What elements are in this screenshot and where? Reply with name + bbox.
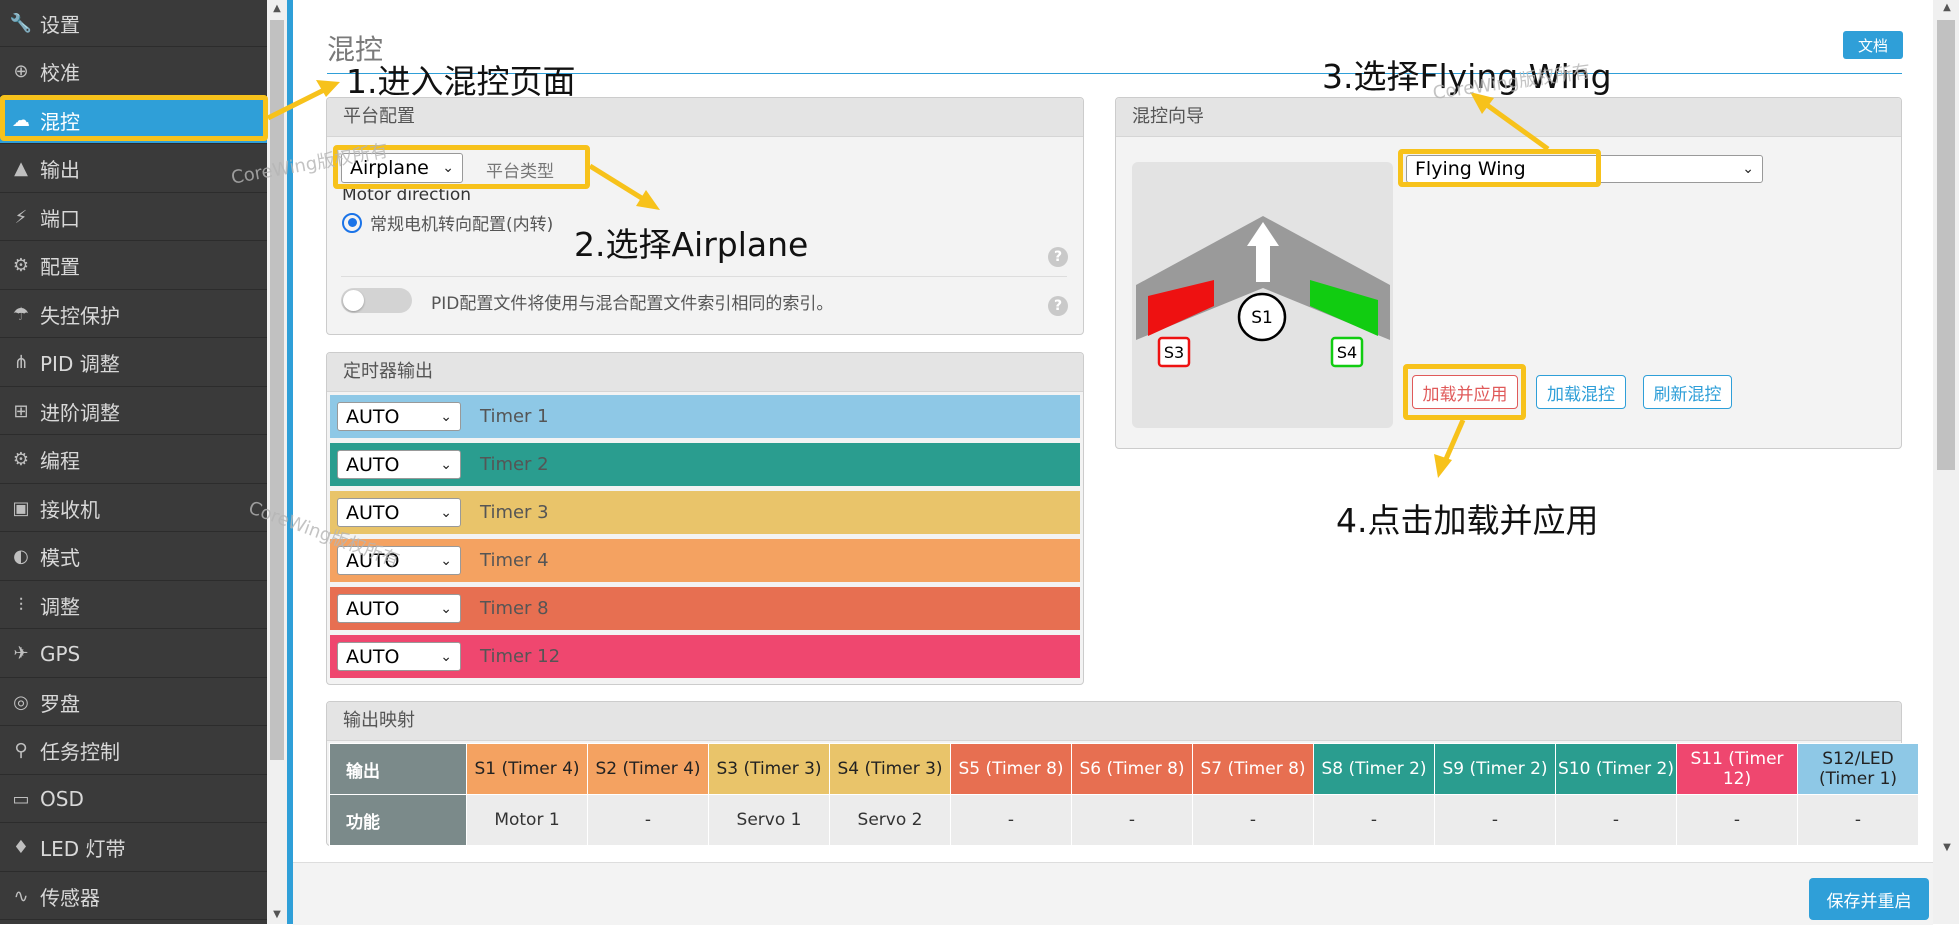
annotation-arrows <box>266 80 1550 478</box>
